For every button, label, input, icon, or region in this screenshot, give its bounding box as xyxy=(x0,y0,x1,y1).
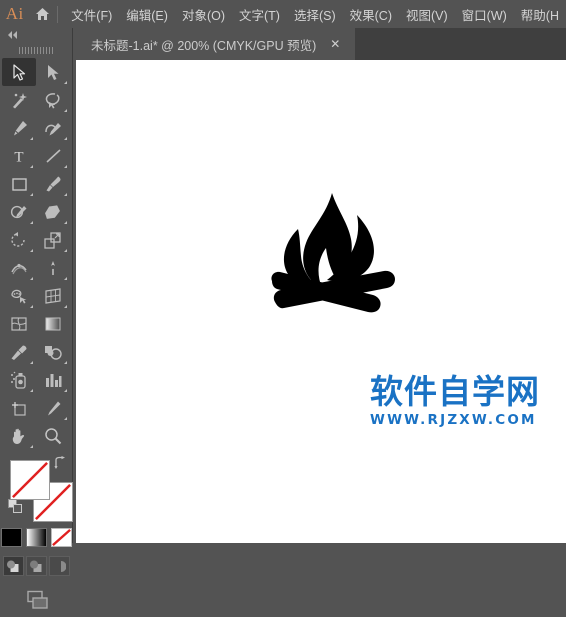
draw-mode-row xyxy=(0,556,72,576)
gradient-tool[interactable] xyxy=(36,310,70,338)
menu-select[interactable]: 选择(S) xyxy=(287,0,343,28)
rectangle-tool[interactable] xyxy=(2,170,36,198)
draw-inside-button[interactable] xyxy=(48,556,70,576)
pen-tool[interactable] xyxy=(2,114,36,142)
default-fill-stroke-icon[interactable] xyxy=(8,499,23,519)
rotate-tool[interactable] xyxy=(2,226,36,254)
artboard-tool[interactable] xyxy=(2,394,36,422)
perspective-grid-tool[interactable] xyxy=(36,282,70,310)
menu-object[interactable]: 对象(O) xyxy=(175,0,232,28)
slice-tool[interactable] xyxy=(36,394,70,422)
hand-tool[interactable] xyxy=(2,422,36,450)
eyedropper-tool[interactable] xyxy=(2,338,36,366)
menu-window[interactable]: 窗口(W) xyxy=(455,0,514,28)
blend-tool[interactable] xyxy=(36,338,70,366)
free-transform-tool[interactable] xyxy=(36,254,70,282)
width-tool[interactable] xyxy=(2,254,36,282)
watermark: 软件自学网 WWW.RJZXW.COM xyxy=(370,372,540,428)
draw-normal-button[interactable] xyxy=(2,556,24,576)
watermark-title: 软件自学网 xyxy=(370,372,540,411)
scale-tool[interactable] xyxy=(36,226,70,254)
color-mode-button[interactable] xyxy=(0,528,22,547)
menu-separator xyxy=(57,5,59,23)
lasso-tool[interactable] xyxy=(36,86,70,114)
menu-help[interactable]: 帮助(H xyxy=(514,0,566,28)
document-tab[interactable]: 未标题-1.ai* @ 200% (CMYK/GPU 预览) ✕ xyxy=(76,28,355,60)
illustrator-window: Ai 文件(F) 编辑(E) 对象(O) 文字(T) 选择(S) 效果(C) 视… xyxy=(0,0,566,609)
menu-bar: Ai 文件(F) 编辑(E) 对象(O) 文字(T) 选择(S) 效果(C) 视… xyxy=(0,0,566,28)
collapse-panel-icon[interactable] xyxy=(0,28,72,42)
none-mode-button[interactable] xyxy=(50,528,72,547)
document-tab-title: 未标题-1.ai* @ 200% (CMYK/GPU 预览) xyxy=(91,38,317,53)
shape-builder-tool[interactable] xyxy=(2,282,36,310)
eraser-tool[interactable] xyxy=(36,198,70,226)
selection-tool[interactable] xyxy=(2,58,36,86)
shaper-tool[interactable] xyxy=(2,198,36,226)
panel-grip[interactable] xyxy=(0,42,72,58)
tool-grid: T xyxy=(2,58,70,450)
type-tool[interactable]: T xyxy=(2,142,36,170)
menu-view[interactable]: 视图(V) xyxy=(399,0,455,28)
fill-stroke-swatches xyxy=(0,454,73,526)
close-icon[interactable]: ✕ xyxy=(329,37,341,51)
color-mode-row xyxy=(0,528,72,547)
swap-fill-stroke-icon[interactable] xyxy=(53,456,66,474)
screen-mode-button[interactable] xyxy=(21,590,51,617)
campfire-logo[interactable] xyxy=(256,185,416,335)
screen-mode-row xyxy=(0,590,72,617)
document-tab-bar: 未标题-1.ai* @ 200% (CMYK/GPU 预览) ✕ xyxy=(76,28,566,60)
app-logo: Ai xyxy=(5,4,24,23)
symbol-sprayer-tool[interactable] xyxy=(2,366,36,394)
menu-edit[interactable]: 编辑(E) xyxy=(119,0,175,28)
magic-wand-tool[interactable] xyxy=(2,86,36,114)
fill-swatch[interactable] xyxy=(10,460,50,500)
direct-selection-tool[interactable] xyxy=(36,58,70,86)
zoom-tool[interactable] xyxy=(36,422,70,450)
draw-behind-button[interactable] xyxy=(25,556,47,576)
svg-text:T: T xyxy=(14,150,23,165)
paintbrush-tool[interactable] xyxy=(36,170,70,198)
column-graph-tool[interactable] xyxy=(36,366,70,394)
curvature-tool[interactable] xyxy=(36,114,70,142)
menu-effect[interactable]: 效果(C) xyxy=(343,0,399,28)
canvas-area[interactable]: 软件自学网 WWW.RJZXW.COM xyxy=(76,60,566,543)
menu-file[interactable]: 文件(F) xyxy=(64,0,119,28)
gradient-mode-button[interactable] xyxy=(25,528,47,547)
watermark-url: WWW.RJZXW.COM xyxy=(370,412,537,428)
mesh-tool[interactable] xyxy=(2,310,36,338)
tools-panel: T xyxy=(0,28,73,609)
home-icon[interactable] xyxy=(29,0,55,28)
line-segment-tool[interactable] xyxy=(36,142,70,170)
menu-type[interactable]: 文字(T) xyxy=(232,0,287,28)
